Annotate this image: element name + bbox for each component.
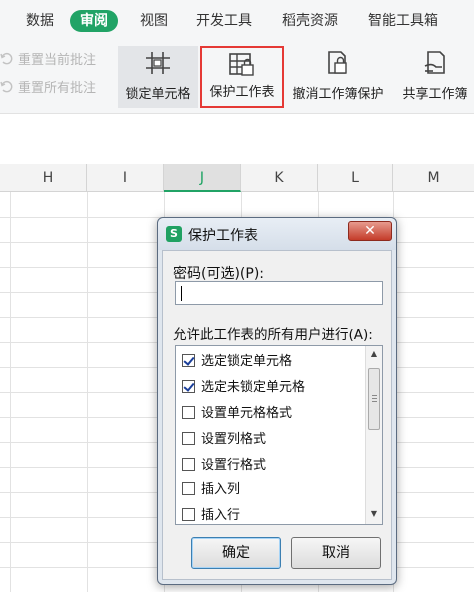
checkbox[interactable] xyxy=(182,458,195,471)
permission-label: 选定锁定单元格 xyxy=(201,354,293,369)
checkbox-checked[interactable] xyxy=(182,380,195,393)
permission-item-format-rows[interactable]: 设置行格式 xyxy=(182,456,266,476)
lock-cells-button[interactable]: 锁定单元格 xyxy=(118,46,198,108)
permission-label: 设置列格式 xyxy=(201,432,267,447)
reset-all-comments-label: 重置所有批注 xyxy=(18,81,97,96)
permission-label: 插入列 xyxy=(201,482,241,497)
share-workbook-label: 共享工作簿 xyxy=(402,87,468,102)
checkbox[interactable] xyxy=(182,406,195,419)
checkbox[interactable] xyxy=(182,482,195,495)
protect-sheet-icon xyxy=(229,53,254,76)
reset-all-comments-button[interactable]: 重置所有批注 xyxy=(0,78,96,100)
lock-cells-icon xyxy=(146,52,170,74)
dialog-titlebar[interactable]: S 保护工作表 ✕ xyxy=(158,218,396,250)
password-label: 密码(可选)(P): xyxy=(173,266,265,282)
column-header-i[interactable]: I xyxy=(87,164,164,192)
share-workbook-button[interactable]: 共享工作簿 xyxy=(396,46,474,108)
scroll-down-icon[interactable]: ▼ xyxy=(366,506,382,522)
ribbon-toolbar: 重置当前批注 重置所有批注 锁定单元格 保护工作表 撤消工作簿保护 共享工作簿 xyxy=(0,42,474,114)
checkbox[interactable] xyxy=(182,432,195,445)
grip-line xyxy=(372,395,377,396)
password-input[interactable] xyxy=(175,281,383,305)
permissions-list[interactable]: 选定锁定单元格 选定未锁定单元格 设置单元格格式 设置列格式 设置行格式 插入列… xyxy=(175,345,383,525)
permission-item-select-locked-cells[interactable]: 选定锁定单元格 xyxy=(182,352,292,372)
dialog-body: 密码(可选)(P): 允许此工作表的所有用户进行(A): 选定锁定单元格 选定未… xyxy=(162,250,392,580)
reset-current-comment-label: 重置当前批注 xyxy=(18,53,97,68)
grip-line xyxy=(372,398,377,399)
cancel-button[interactable]: 取消 xyxy=(291,537,381,569)
permission-label: 设置行格式 xyxy=(201,458,267,473)
reset-all-comments-icon xyxy=(0,80,14,94)
permission-label: 选定未锁定单元格 xyxy=(201,380,306,395)
column-header-l[interactable]: L xyxy=(318,164,393,192)
tab-developer-tools[interactable]: 开发工具 xyxy=(196,10,252,32)
close-icon: ✕ xyxy=(364,223,376,239)
permission-item-format-columns[interactable]: 设置列格式 xyxy=(182,430,266,450)
dialog-title: 保护工作表 xyxy=(188,228,258,244)
tab-view[interactable]: 视图 xyxy=(140,10,168,32)
column-header-m[interactable]: M xyxy=(393,164,474,192)
permission-item-select-unlocked-cells[interactable]: 选定未锁定单元格 xyxy=(182,378,305,398)
wps-app-icon: S xyxy=(166,226,182,242)
scroll-up-icon[interactable]: ▲ xyxy=(366,346,382,362)
menu-bar: 数据 审阅 视图 开发工具 稻壳资源 智能工具箱 xyxy=(0,0,474,42)
permission-label: 插入行 xyxy=(201,508,241,523)
close-button[interactable]: ✕ xyxy=(348,221,392,241)
permission-label: 设置单元格格式 xyxy=(201,406,293,421)
permissions-scrollbar[interactable]: ▲ ▼ xyxy=(365,346,382,524)
grip-line xyxy=(372,401,377,402)
tab-docer-resources[interactable]: 稻壳资源 xyxy=(282,10,338,32)
protect-sheet-button[interactable]: 保护工作表 xyxy=(200,46,284,108)
permission-item-insert-columns[interactable]: 插入列 xyxy=(182,480,240,500)
ok-button[interactable]: 确定 xyxy=(191,537,281,569)
column-header-row: H I J K L M xyxy=(0,164,474,192)
share-workbook-icon xyxy=(424,51,445,74)
checkbox[interactable] xyxy=(182,508,195,521)
permission-item-insert-rows[interactable]: 插入行 xyxy=(182,506,241,524)
reset-comment-icon xyxy=(0,52,14,66)
unprotect-workbook-label: 撤消工作簿保护 xyxy=(292,87,384,102)
unprotect-workbook-button[interactable]: 撤消工作簿保护 xyxy=(288,46,388,108)
reset-current-comment-button[interactable]: 重置当前批注 xyxy=(0,50,96,72)
tab-smart-toolbox[interactable]: 智能工具箱 xyxy=(368,10,438,32)
protect-sheet-dialog: S 保护工作表 ✕ 密码(可选)(P): 允许此工作表的所有用户进行(A): 选… xyxy=(157,217,397,585)
scrollbar-thumb[interactable] xyxy=(368,368,380,430)
protect-sheet-label: 保护工作表 xyxy=(209,85,275,100)
text-caret xyxy=(181,286,182,301)
workbook-lock-icon xyxy=(328,51,347,74)
column-header-k[interactable]: K xyxy=(241,164,318,192)
checkbox-checked[interactable] xyxy=(182,354,195,367)
permission-item-format-cells[interactable]: 设置单元格格式 xyxy=(182,404,292,424)
tab-review[interactable]: 审阅 xyxy=(70,10,118,32)
permissions-label: 允许此工作表的所有用户进行(A): xyxy=(173,327,373,343)
tab-data[interactable]: 数据 xyxy=(26,10,54,32)
lock-cells-label: 锁定单元格 xyxy=(125,87,191,102)
column-header-h[interactable]: H xyxy=(10,164,87,192)
column-header-j[interactable]: J xyxy=(164,164,241,192)
